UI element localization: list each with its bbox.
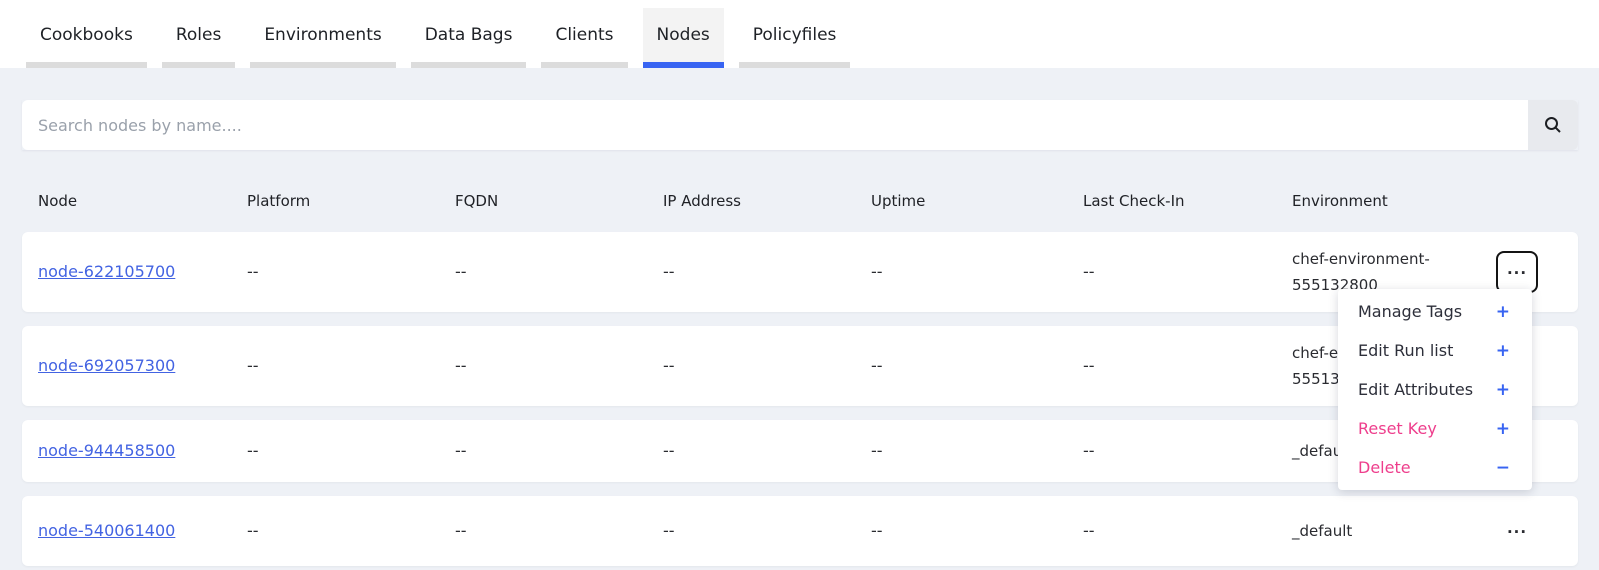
search-bar	[22, 100, 1578, 150]
node-link[interactable]: node-540061400	[38, 518, 247, 544]
menu-item-edit-run-list[interactable]: Edit Run list +	[1338, 331, 1532, 370]
fqdn-cell: --	[455, 353, 663, 379]
menu-item-label: Edit Run list	[1358, 341, 1453, 360]
node-link[interactable]: node-622105700	[38, 259, 247, 285]
node-link[interactable]: node-692057300	[38, 353, 247, 379]
tab-policyfiles[interactable]: Policyfiles	[739, 8, 851, 68]
nodes-page: Cookbooks Roles Environments Data Bags C…	[0, 0, 1599, 570]
tab-environments[interactable]: Environments	[250, 8, 395, 68]
uptime-cell: --	[871, 259, 1083, 285]
ellipsis-menu-button[interactable]: ...	[1496, 251, 1538, 293]
platform-cell: --	[247, 353, 455, 379]
column-header-last-check-in: Last Check-In	[1083, 188, 1292, 214]
tab-clients[interactable]: Clients	[541, 8, 627, 68]
node-link[interactable]: node-944458500	[38, 438, 247, 464]
plus-icon: +	[1496, 341, 1510, 361]
menu-item-label: Edit Attributes	[1358, 380, 1473, 399]
ip-address-cell: --	[663, 518, 871, 544]
uptime-cell: --	[871, 353, 1083, 379]
search-input[interactable]	[22, 100, 1528, 150]
menu-item-label: Manage Tags	[1358, 302, 1462, 321]
row-actions: ...	[1496, 251, 1538, 293]
plus-icon: +	[1496, 419, 1510, 439]
ip-address-cell: --	[663, 353, 871, 379]
column-header-environment: Environment	[1292, 188, 1480, 214]
last-check-in-cell: --	[1083, 518, 1292, 544]
search-button[interactable]	[1528, 100, 1578, 150]
menu-item-edit-attributes[interactable]: Edit Attributes +	[1338, 370, 1532, 409]
tab-nodes[interactable]: Nodes	[643, 8, 724, 68]
fqdn-cell: --	[455, 438, 663, 464]
tab-roles[interactable]: Roles	[162, 8, 236, 68]
tab-cookbooks[interactable]: Cookbooks	[26, 8, 147, 68]
fqdn-cell: --	[455, 518, 663, 544]
minus-icon: −	[1496, 458, 1510, 478]
column-header-uptime: Uptime	[871, 188, 1083, 214]
ip-address-cell: --	[663, 438, 871, 464]
menu-item-reset-key[interactable]: Reset Key +	[1338, 409, 1532, 448]
search-icon	[1543, 115, 1563, 135]
ip-address-cell: --	[663, 259, 871, 285]
platform-cell: --	[247, 518, 455, 544]
uptime-cell: --	[871, 438, 1083, 464]
last-check-in-cell: --	[1083, 438, 1292, 464]
column-header-platform: Platform	[247, 188, 455, 214]
last-check-in-cell: --	[1083, 259, 1292, 285]
ellipsis-icon: ...	[1507, 519, 1527, 537]
tab-bar: Cookbooks Roles Environments Data Bags C…	[0, 0, 1599, 68]
column-header-fqdn: FQDN	[455, 188, 663, 214]
column-header-ip-address: IP Address	[663, 188, 871, 214]
tab-data-bags[interactable]: Data Bags	[411, 8, 527, 68]
uptime-cell: --	[871, 518, 1083, 544]
platform-cell: --	[247, 438, 455, 464]
plus-icon: +	[1496, 380, 1510, 400]
ellipsis-menu-button[interactable]: ...	[1496, 510, 1538, 552]
menu-item-label: Reset Key	[1358, 419, 1437, 438]
context-menu: Manage Tags + Edit Run list + Edit Attri…	[1338, 289, 1532, 490]
menu-item-label: Delete	[1358, 458, 1411, 477]
row-actions: ...	[1496, 510, 1538, 552]
last-check-in-cell: --	[1083, 353, 1292, 379]
platform-cell: --	[247, 259, 455, 285]
fqdn-cell: --	[455, 259, 663, 285]
column-header-node: Node	[38, 188, 247, 214]
plus-icon: +	[1496, 302, 1510, 322]
table-header: Node Platform FQDN IP Address Uptime Las…	[22, 188, 1578, 214]
environment-cell: _default	[1292, 518, 1480, 544]
column-header-actions	[1480, 197, 1562, 205]
table-row: node-540061400 -- -- -- -- -- _default .…	[22, 496, 1578, 566]
ellipsis-icon: ...	[1507, 260, 1527, 278]
menu-item-manage-tags[interactable]: Manage Tags +	[1338, 292, 1532, 331]
menu-item-delete[interactable]: Delete −	[1338, 448, 1532, 487]
